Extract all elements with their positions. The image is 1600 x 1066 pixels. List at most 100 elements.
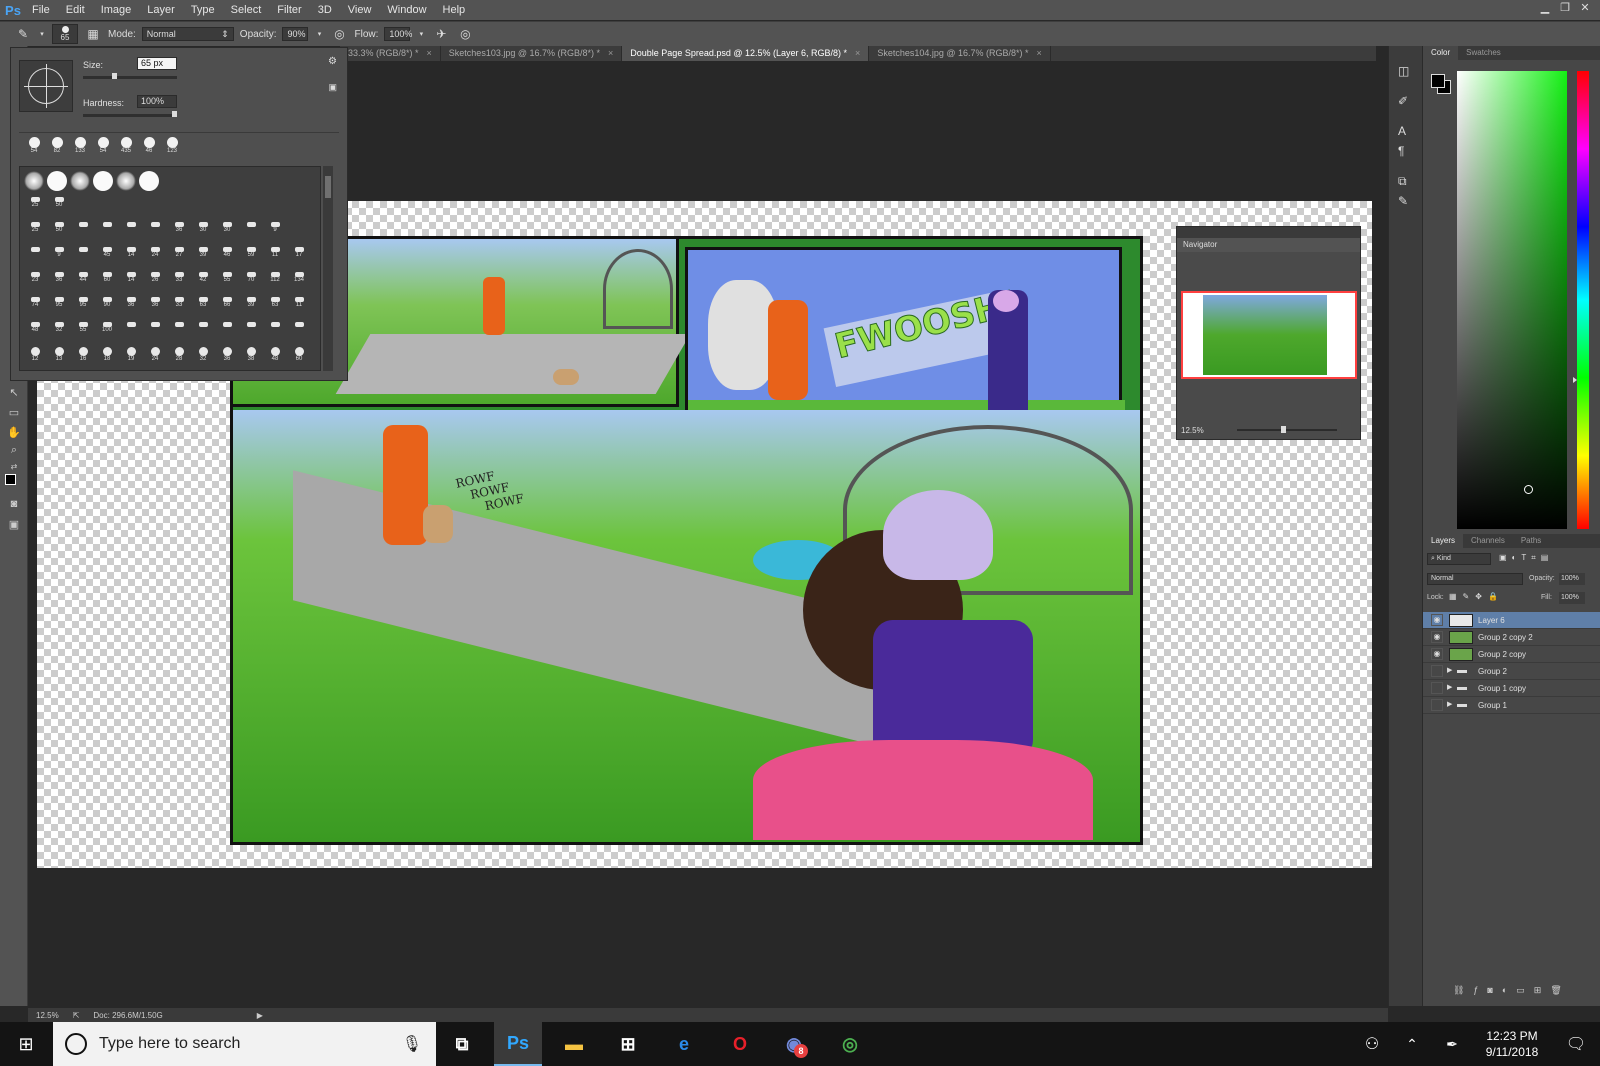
document-tab[interactable]: Sketches104.jpg @ 16.7% (RGB/8*) * × — [869, 46, 1051, 61]
tool-presets-icon[interactable]: ✎ — [1398, 194, 1408, 208]
brush-preset[interactable]: 36 — [168, 220, 190, 244]
brush-preset[interactable] — [47, 171, 67, 191]
flow-field[interactable]: 100% — [384, 27, 412, 41]
quick-mask-icon[interactable]: ◙ — [5, 498, 23, 514]
tab-swatches[interactable]: Swatches — [1458, 46, 1509, 60]
pressure-opacity-icon[interactable]: ◎ — [330, 25, 348, 43]
opera-icon[interactable]: O — [716, 1022, 764, 1066]
pressure-size-icon[interactable]: ◎ — [456, 25, 474, 43]
rectangle-tool-icon[interactable]: ▭ — [5, 406, 23, 422]
brush-preset[interactable]: 25 — [24, 195, 46, 219]
visibility-eye-icon[interactable]: ◉ — [1431, 614, 1443, 626]
brush-preset[interactable]: 50 — [48, 195, 70, 219]
expand-arrow-icon[interactable]: ▶ — [1447, 700, 1452, 708]
layer-row[interactable]: ▶ ▬ Group 2 — [1423, 663, 1600, 680]
brush-preset[interactable]: 42 — [192, 270, 214, 294]
brush-preset[interactable]: 134 — [288, 270, 310, 294]
close-icon[interactable]: ✕ — [1576, 0, 1594, 16]
discord-icon[interactable]: ◉ 8 — [770, 1022, 818, 1066]
task-view-icon[interactable]: ⧉ — [438, 1022, 486, 1066]
brush-preset[interactable] — [72, 245, 94, 269]
clone-source-icon[interactable]: ⧉ — [1398, 174, 1407, 189]
new-preset-icon[interactable]: ▣ — [328, 82, 337, 93]
brush-preset[interactable]: 24 — [144, 245, 166, 269]
people-icon[interactable]: ⚇ — [1352, 1034, 1392, 1054]
visibility-eye-icon[interactable]: ◉ — [1431, 648, 1443, 660]
brush-preset[interactable] — [288, 320, 310, 344]
brush-preset[interactable]: 26 — [144, 270, 166, 294]
brush-preset[interactable]: 30 — [216, 220, 238, 244]
brush-preset[interactable]: 63 — [192, 295, 214, 319]
close-tab-icon[interactable]: × — [608, 48, 613, 58]
tab-color[interactable]: Color — [1423, 46, 1459, 60]
brush-preset[interactable]: 33 — [168, 270, 190, 294]
brush-preset[interactable]: 46 — [216, 245, 238, 269]
layer-footer-icons[interactable]: ⛓ƒ◙◐▭⊞🗑 — [1453, 985, 1571, 996]
document-tab[interactable]: 33.3% (RGB/8*) * × — [340, 46, 441, 61]
recent-brush[interactable]: 54 — [23, 137, 45, 161]
brush-preset[interactable] — [139, 171, 159, 191]
hardness-slider[interactable] — [83, 111, 177, 117]
menu-file[interactable]: File — [24, 4, 58, 16]
menu-type[interactable]: Type — [183, 4, 223, 16]
history-icon[interactable]: ◫ — [1398, 64, 1409, 78]
brush-preset[interactable]: 36 — [48, 270, 70, 294]
brush-preset[interactable]: 90 — [96, 295, 118, 319]
brush-preset[interactable]: 55 — [216, 270, 238, 294]
brush-preset[interactable]: 95 — [72, 295, 94, 319]
scrollbar-thumb[interactable] — [325, 176, 331, 198]
brush-preset[interactable]: 30 — [192, 220, 214, 244]
brush-preset[interactable]: 70 — [240, 270, 262, 294]
slider-thumb[interactable] — [1281, 426, 1286, 433]
close-tab-icon[interactable]: × — [1037, 48, 1042, 58]
brush-preset[interactable]: 18 — [96, 345, 118, 369]
brush-preset[interactable]: 50 — [48, 220, 70, 244]
brush-preset[interactable] — [240, 220, 262, 244]
layer-row[interactable]: ◉ Group 2 copy — [1423, 646, 1600, 663]
document-tab[interactable]: Double Page Spread.psd @ 12.5% (Layer 6,… — [622, 46, 870, 61]
visibility-eye-icon[interactable] — [1431, 665, 1443, 677]
brush-preset[interactable]: 17 — [288, 245, 310, 269]
brush-preset[interactable]: 48 — [264, 345, 286, 369]
brush-preset[interactable]: 55 — [72, 320, 94, 344]
brush-preset[interactable]: 23 — [24, 270, 46, 294]
menu-image[interactable]: Image — [93, 4, 140, 16]
brush-angle-preview[interactable] — [19, 60, 73, 112]
brush-panel-toggle-icon[interactable]: ▦ — [84, 25, 102, 43]
brush-preset[interactable]: 39 — [192, 245, 214, 269]
brush-grid-scrollbar[interactable] — [323, 166, 333, 371]
recent-brush[interactable]: 123 — [161, 137, 183, 161]
brush-preset[interactable]: 13 — [48, 345, 70, 369]
size-input[interactable]: 65 px — [137, 57, 177, 70]
hue-marker[interactable] — [1573, 377, 1577, 383]
microphone-icon[interactable]: 🎙 — [402, 1034, 422, 1054]
hardness-input[interactable]: 100% — [137, 95, 177, 108]
chevron-down-icon[interactable]: ▾ — [416, 25, 426, 43]
brush-preset[interactable] — [24, 245, 46, 269]
menu-select[interactable]: Select — [223, 4, 270, 16]
menu-window[interactable]: Window — [379, 4, 434, 16]
brush-preset[interactable] — [120, 320, 142, 344]
chevron-down-icon[interactable]: ▾ — [38, 25, 46, 43]
menu-edit[interactable]: Edit — [58, 4, 93, 16]
brush-preset[interactable] — [72, 220, 94, 244]
slider-thumb[interactable] — [172, 111, 177, 117]
brush-preset[interactable]: 60 — [96, 270, 118, 294]
foreground-color-swatch[interactable] — [1431, 74, 1445, 88]
tab-paths[interactable]: Paths — [1513, 534, 1549, 548]
pen-workspace-icon[interactable]: ✒ — [1432, 1036, 1472, 1053]
brush-preset[interactable]: 36 — [144, 295, 166, 319]
brush-preset-picker[interactable]: 65 — [52, 24, 78, 44]
size-slider[interactable] — [83, 73, 177, 79]
menu-filter[interactable]: Filter — [269, 4, 309, 16]
color-field[interactable] — [1457, 71, 1567, 529]
brush-preset[interactable]: 95 — [48, 295, 70, 319]
brush-preset[interactable]: 39 — [240, 295, 262, 319]
chevron-up-icon[interactable]: ⌃ — [1392, 1036, 1432, 1053]
brush-preset[interactable]: 19 — [120, 345, 142, 369]
layer-opacity-field[interactable]: 100% — [1559, 573, 1585, 585]
recent-brush[interactable]: 82 — [46, 137, 68, 161]
brush-preset[interactable] — [192, 320, 214, 344]
zoom-tool-icon[interactable]: ⌕ — [5, 444, 23, 460]
tab-channels[interactable]: Channels — [1463, 534, 1513, 548]
